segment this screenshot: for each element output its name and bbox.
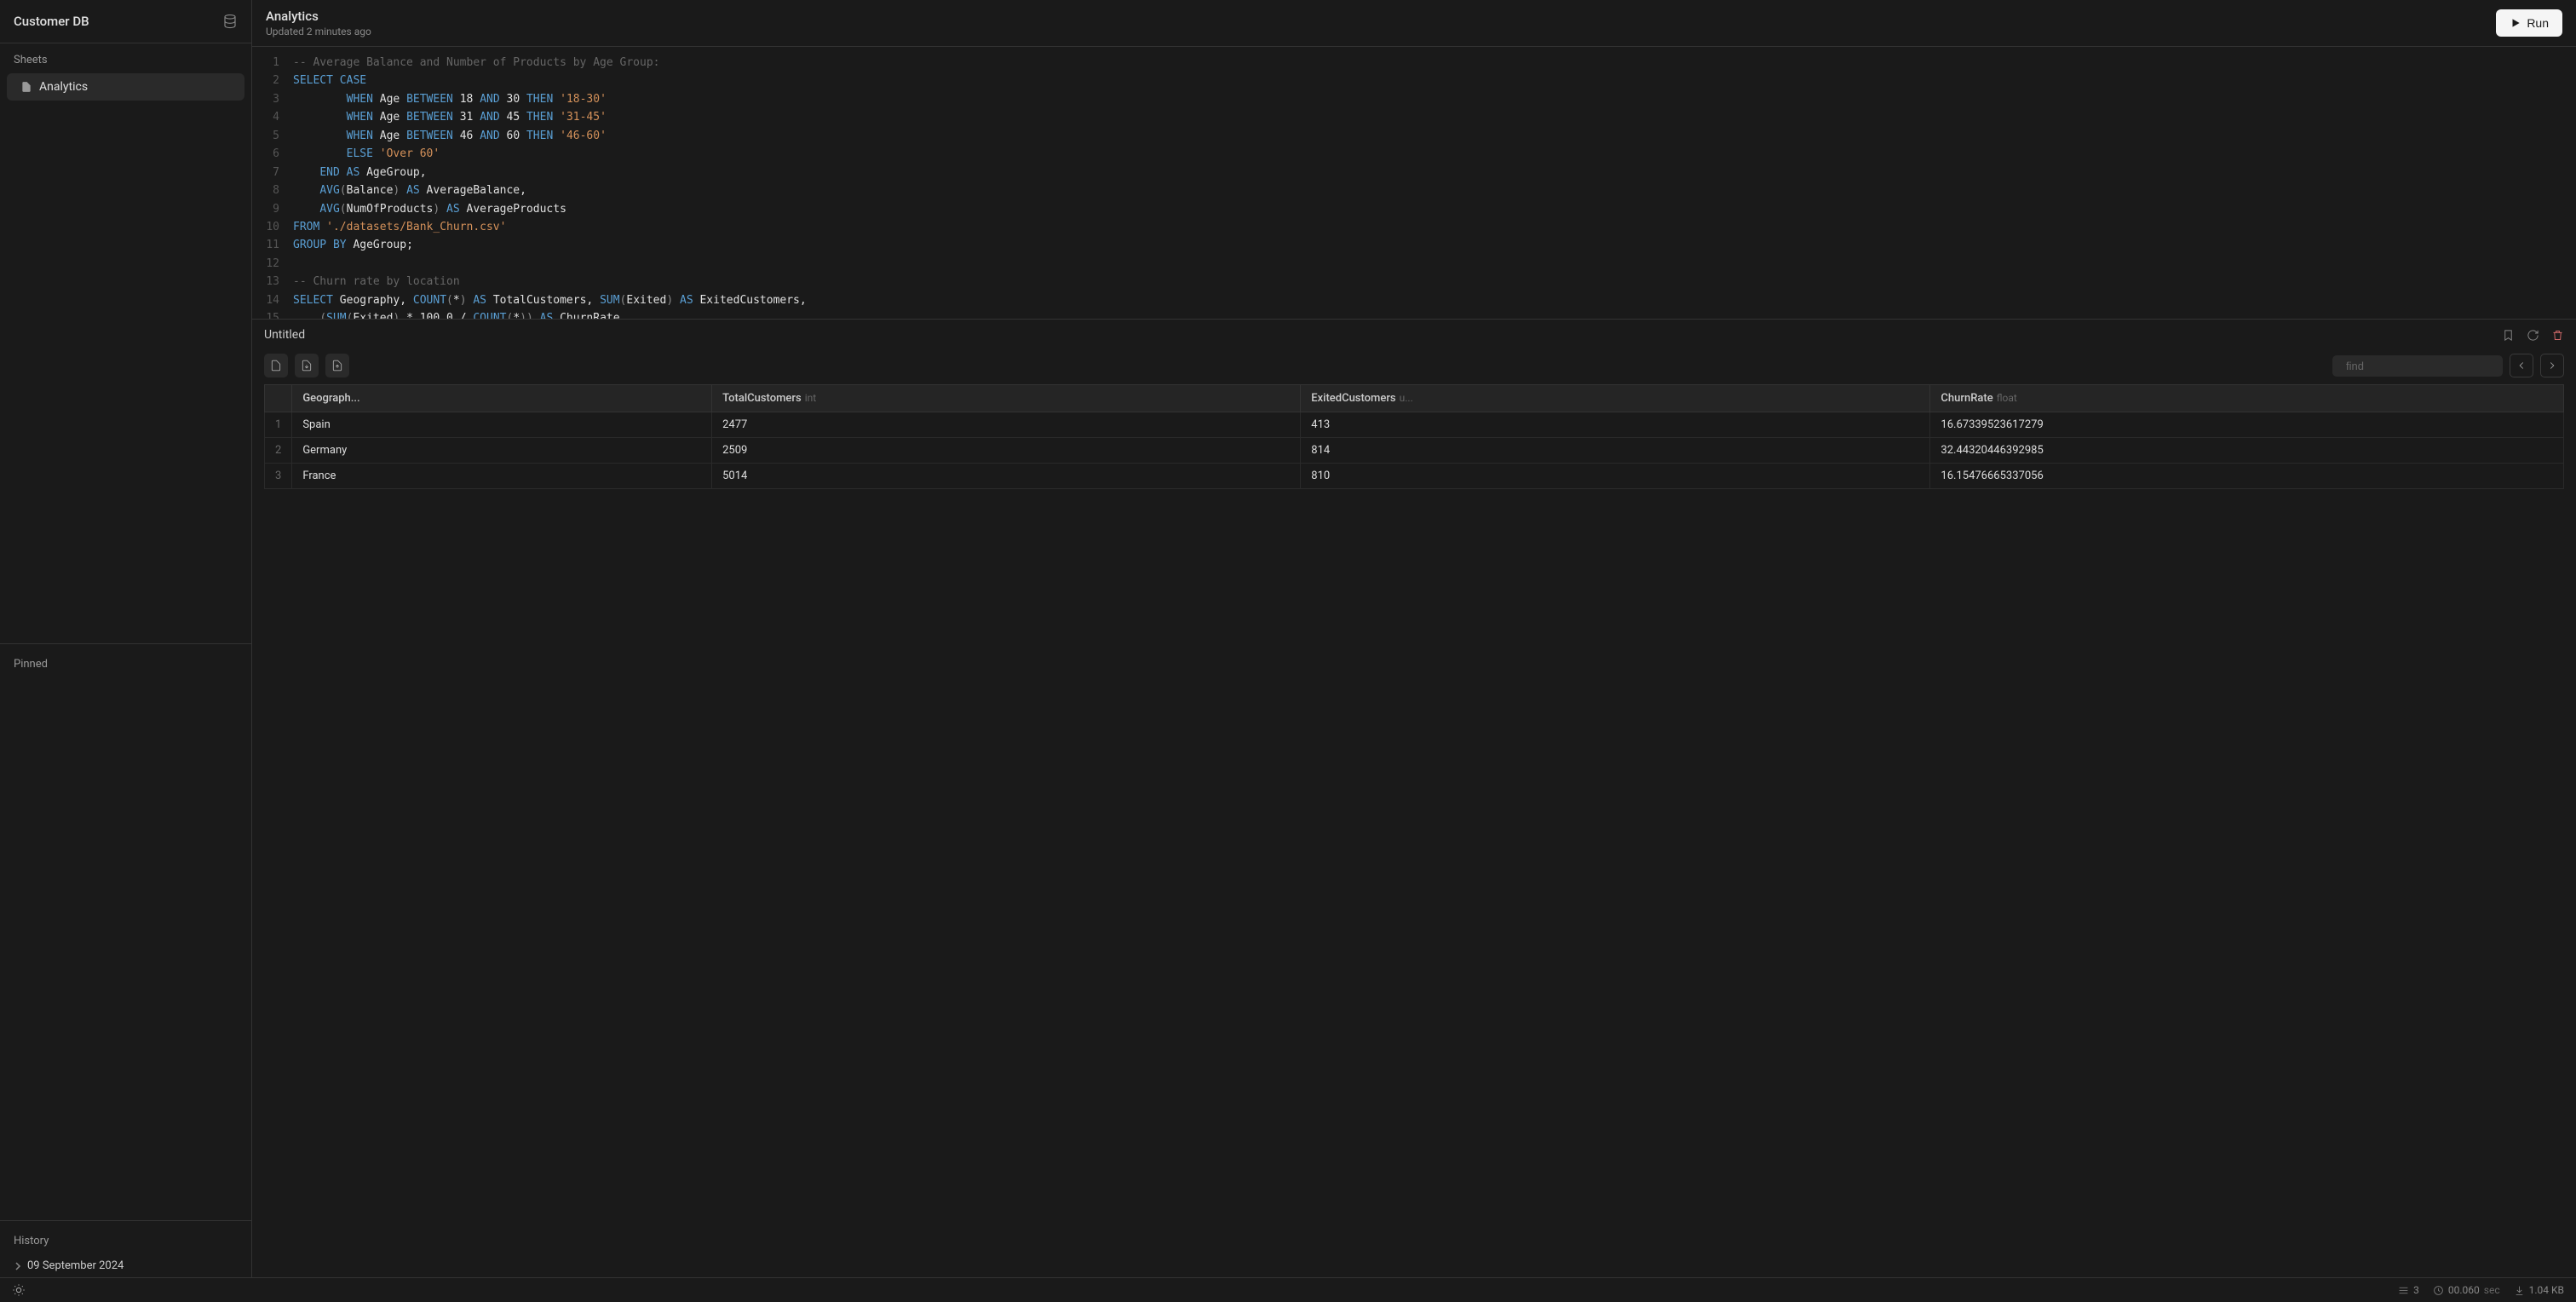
chevron-right-icon bbox=[14, 1262, 22, 1270]
sheets-section-label: Sheets bbox=[0, 43, 251, 73]
table-row[interactable]: 1Spain247741316.67339523617279 bbox=[265, 412, 2564, 438]
pinned-section-label: Pinned bbox=[0, 643, 251, 677]
statusbar: 3 00.060 sec 1.04 KB bbox=[0, 1277, 2576, 1302]
file-upload-icon bbox=[331, 360, 343, 372]
status-time-unit: sec bbox=[2484, 1284, 2500, 1296]
page-subtitle: Updated 2 minutes ago bbox=[266, 26, 371, 37]
results-header: Untitled bbox=[252, 320, 2576, 350]
results-toolbar bbox=[252, 350, 2576, 384]
database-icon[interactable] bbox=[222, 14, 238, 29]
export-button-2[interactable] bbox=[295, 354, 319, 377]
prev-button[interactable] bbox=[2510, 354, 2533, 377]
refresh-icon[interactable] bbox=[2527, 329, 2539, 342]
column-header[interactable]: ExitedCustomersu... bbox=[1301, 385, 1930, 412]
file-icon bbox=[20, 81, 32, 93]
find-input[interactable] bbox=[2346, 360, 2496, 372]
table-row[interactable]: 3France501481016.15476665337056 bbox=[265, 464, 2564, 489]
history-item[interactable]: 09 September 2024 bbox=[0, 1254, 251, 1277]
main: Analytics Updated 2 minutes ago Run 1234… bbox=[252, 0, 2576, 1277]
results-title: Untitled bbox=[264, 328, 305, 342]
bookmark-icon[interactable] bbox=[2502, 329, 2515, 342]
results-table-wrapper: Geograph...TotalCustomersintExitedCustom… bbox=[252, 384, 2576, 1277]
history-item-label: 09 September 2024 bbox=[27, 1259, 124, 1272]
table-cell: 2509 bbox=[712, 438, 1301, 464]
table-header-row: Geograph...TotalCustomersintExitedCustom… bbox=[265, 385, 2564, 412]
status-size-value: 1.04 KB bbox=[2529, 1284, 2564, 1296]
run-button[interactable]: Run bbox=[2496, 9, 2562, 37]
sidebar: Customer DB Sheets Analytics Pinned Hist… bbox=[0, 0, 252, 1277]
table-cell: 16.15476665337056 bbox=[1930, 464, 2564, 489]
status-rows: 3 bbox=[2398, 1284, 2419, 1296]
export-button-3[interactable] bbox=[325, 354, 349, 377]
sidebar-item-analytics[interactable]: Analytics bbox=[7, 73, 244, 101]
main-header: Analytics Updated 2 minutes ago Run bbox=[252, 0, 2576, 47]
table-cell: 810 bbox=[1301, 464, 1930, 489]
file-download-icon bbox=[301, 360, 313, 372]
trash-icon[interactable] bbox=[2551, 329, 2564, 342]
code-editor[interactable]: 123456789101112131415 -- Average Balance… bbox=[252, 47, 2576, 320]
clock-icon bbox=[2433, 1285, 2444, 1296]
column-header[interactable]: Geograph... bbox=[292, 385, 712, 412]
theme-toggle-icon[interactable] bbox=[12, 1283, 26, 1297]
run-button-label: Run bbox=[2527, 16, 2549, 30]
chevron-left-icon bbox=[2516, 360, 2527, 372]
sidebar-item-label: Analytics bbox=[39, 80, 88, 94]
table-cell: Spain bbox=[292, 412, 712, 438]
table-cell: Germany bbox=[292, 438, 712, 464]
next-button[interactable] bbox=[2540, 354, 2564, 377]
status-time: 00.060 sec bbox=[2433, 1284, 2500, 1296]
table-cell: France bbox=[292, 464, 712, 489]
chevron-right-icon bbox=[2546, 360, 2558, 372]
download-icon bbox=[2514, 1285, 2525, 1296]
play-icon bbox=[2510, 17, 2521, 29]
sidebar-header: Customer DB bbox=[0, 0, 251, 43]
status-rows-value: 3 bbox=[2413, 1284, 2419, 1296]
editor-gutter: 123456789101112131415 bbox=[252, 54, 293, 312]
table-cell: 413 bbox=[1301, 412, 1930, 438]
status-time-value: 00.060 bbox=[2448, 1284, 2480, 1296]
rows-icon bbox=[2398, 1285, 2409, 1296]
page-title: Analytics bbox=[266, 9, 371, 24]
table-cell: 814 bbox=[1301, 438, 1930, 464]
file-icon bbox=[270, 360, 282, 372]
table-cell: 32.44320446392985 bbox=[1930, 438, 2564, 464]
db-name: Customer DB bbox=[14, 14, 89, 29]
table-body: 1Spain247741316.673395236172792Germany25… bbox=[265, 412, 2564, 489]
table-row[interactable]: 2Germany250981432.44320446392985 bbox=[265, 438, 2564, 464]
editor-code[interactable]: -- Average Balance and Number of Product… bbox=[293, 54, 2576, 312]
table-cell: 5014 bbox=[712, 464, 1301, 489]
table-cell: 16.67339523617279 bbox=[1930, 412, 2564, 438]
column-header[interactable]: ChurnRatefloat bbox=[1930, 385, 2564, 412]
table-cell: 2477 bbox=[712, 412, 1301, 438]
results-table: Geograph...TotalCustomersintExitedCustom… bbox=[264, 384, 2564, 489]
column-header[interactable]: TotalCustomersint bbox=[712, 385, 1301, 412]
find-wrapper[interactable] bbox=[2332, 355, 2503, 377]
status-size: 1.04 KB bbox=[2514, 1284, 2564, 1296]
export-button-1[interactable] bbox=[264, 354, 288, 377]
history-section-label: History bbox=[0, 1220, 251, 1254]
